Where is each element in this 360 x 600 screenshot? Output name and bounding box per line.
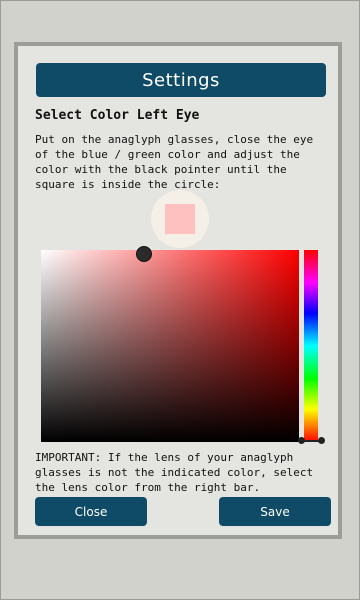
hue-slider-handle[interactable] (298, 437, 305, 444)
instructions-text: Put on the anaglyph glasses, close the e… (35, 133, 314, 191)
important-note: IMPORTANT: If the lens of your anaglyph … (35, 451, 314, 494)
hue-bar[interactable] (304, 250, 318, 442)
hue-slider-handle-end[interactable] (318, 437, 325, 444)
close-button[interactable]: Close (35, 497, 147, 526)
target-circle (151, 190, 209, 248)
color-preview-square (165, 204, 195, 234)
section-heading: Select Color Left Eye (35, 108, 200, 123)
dialog-title: Settings (36, 63, 326, 97)
saturation-value-picker[interactable] (41, 246, 299, 442)
settings-dialog: Settings Select Color Left Eye Put on th… (14, 42, 342, 539)
save-button[interactable]: Save (219, 497, 331, 526)
color-pointer[interactable] (136, 246, 152, 262)
